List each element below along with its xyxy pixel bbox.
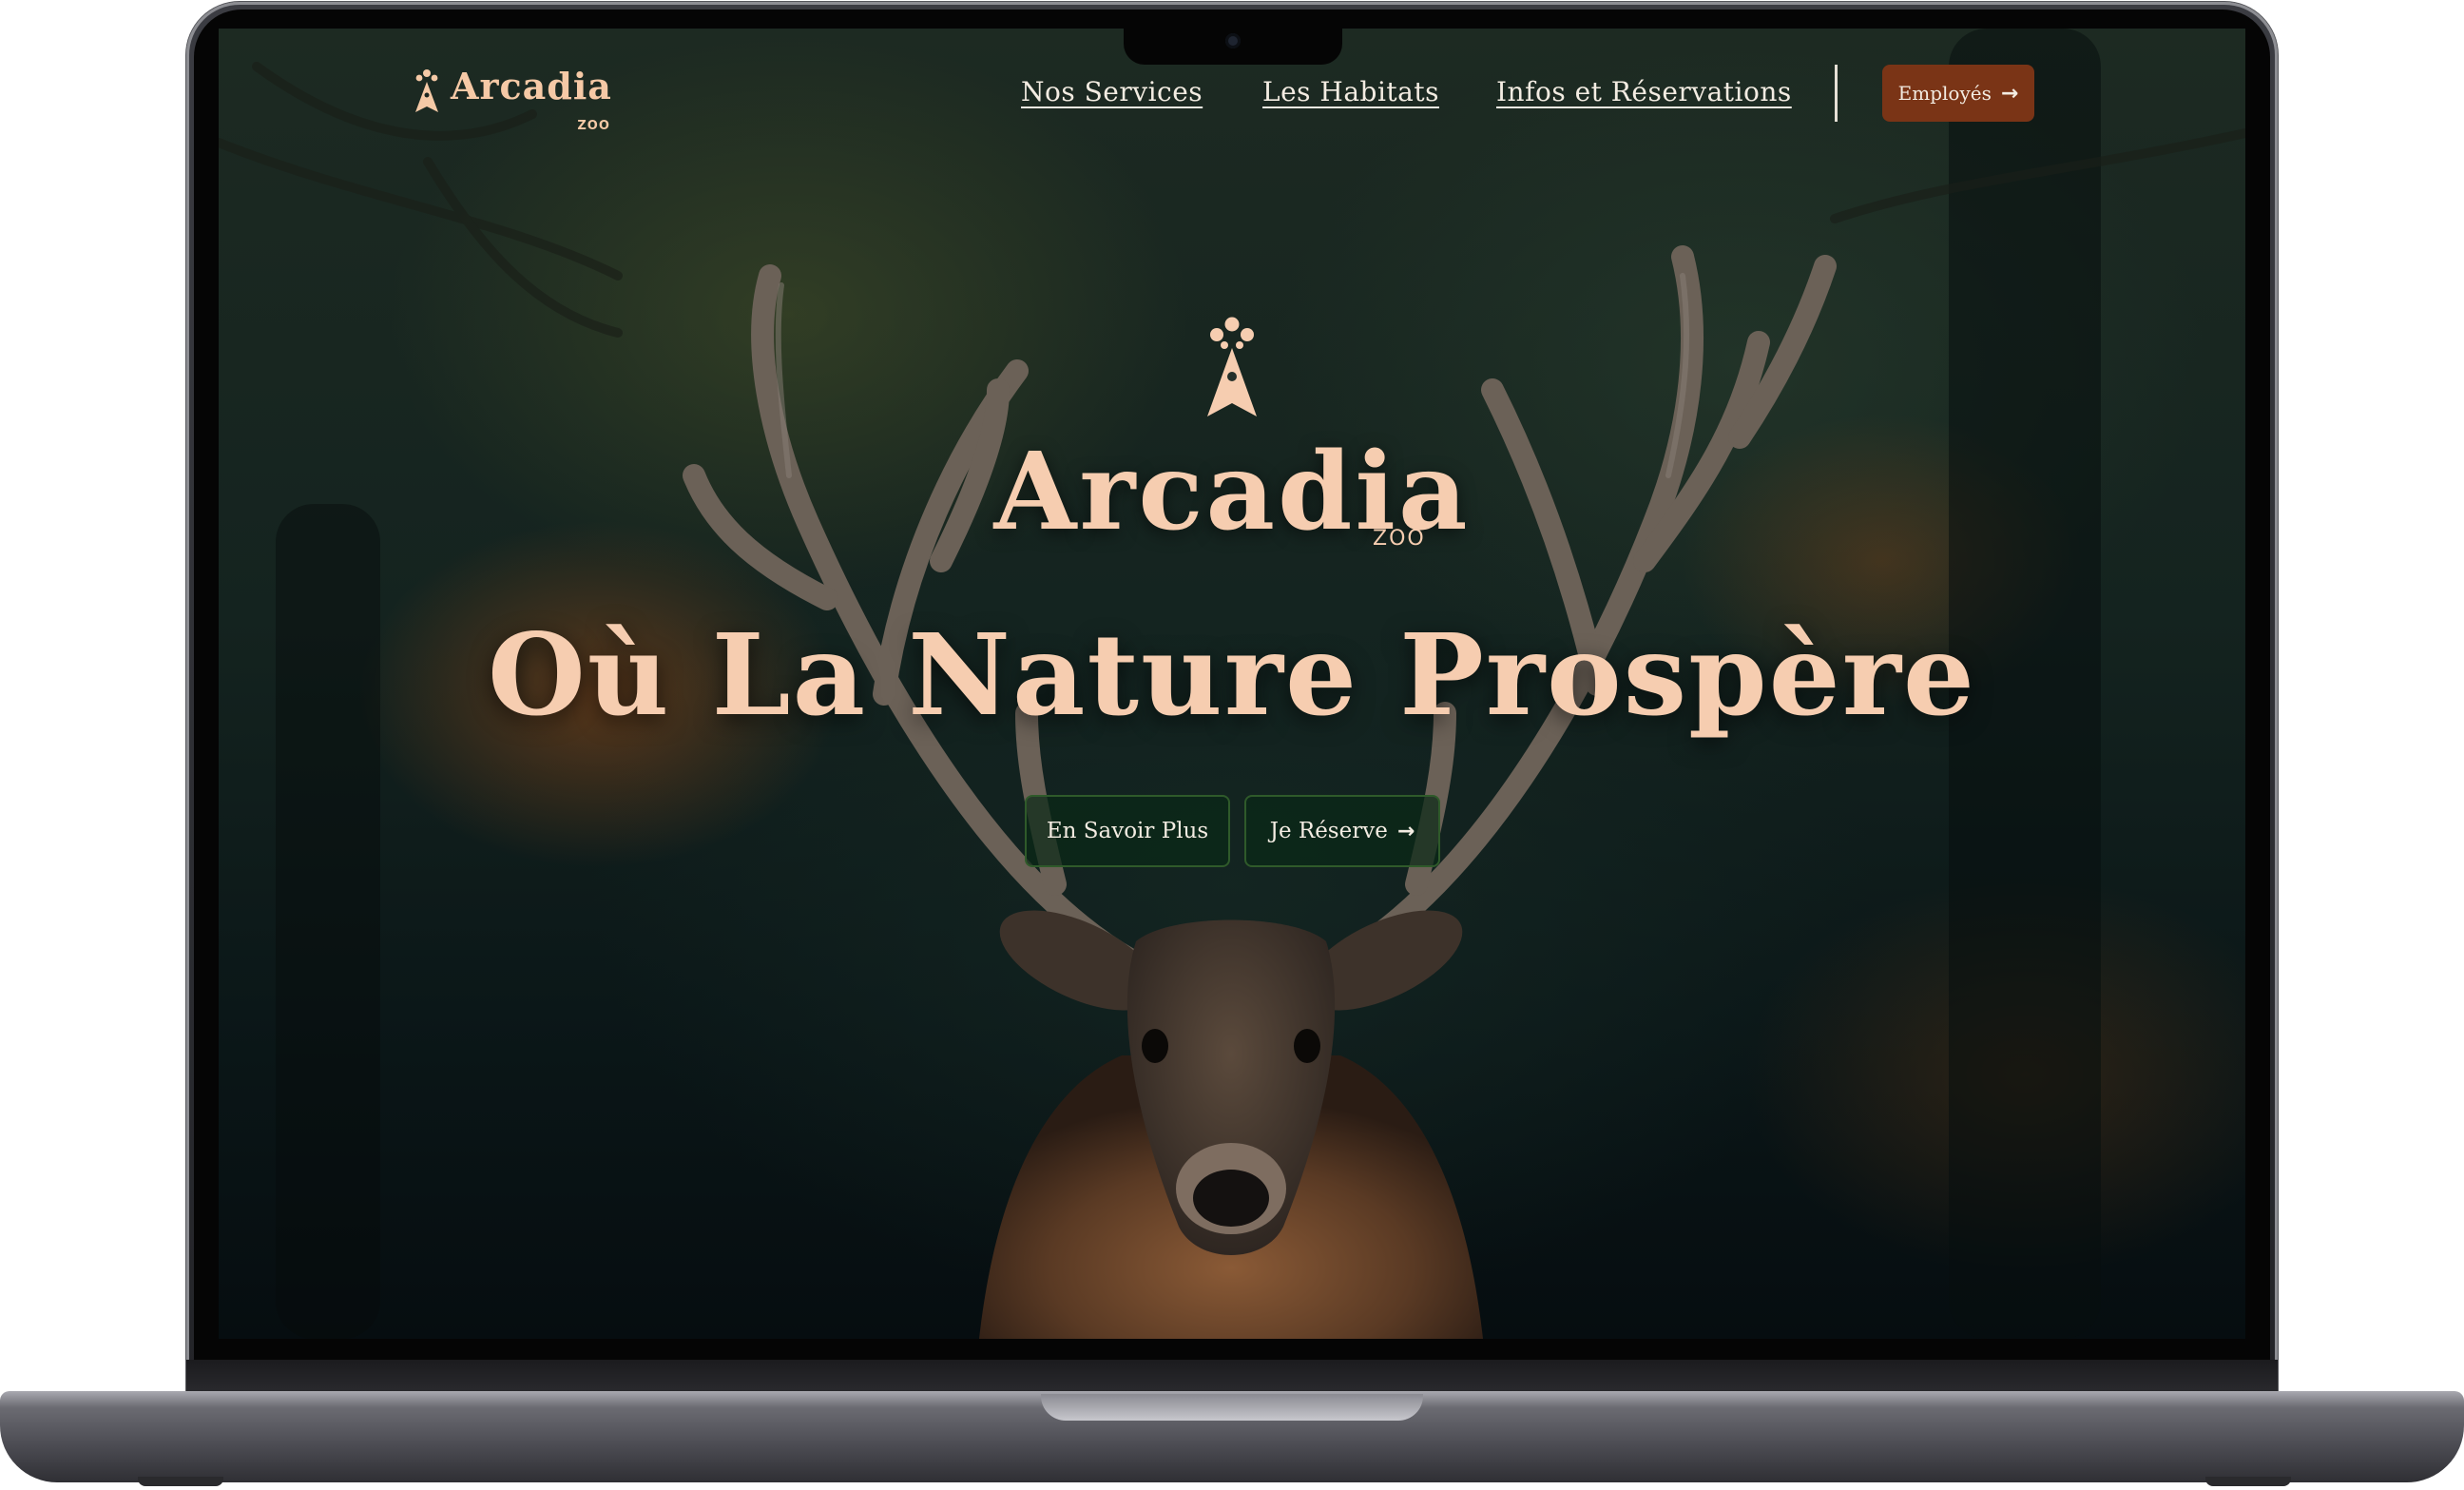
ermine-logo-icon [415,69,438,112]
brand-logo[interactable]: Arcadia ZOO [413,65,612,133]
website-screen: Arcadia ZOO Nos Services Les Habitats In… [219,29,2245,1339]
hero-logo-sub: ZOO [1373,527,1426,551]
laptop-foot-right [2205,1477,2291,1486]
employes-button[interactable]: Employés → [1882,65,2034,122]
arrow-right-icon: → [1396,819,1415,843]
nav-link-infos-reservations[interactable]: Infos et Réservations [1496,76,1792,107]
brand-name: Arcadia [451,65,612,107]
reserve-label: Je Réserve [1269,819,1388,843]
nav-divider [1835,65,1838,122]
nav-link-services[interactable]: Nos Services [1021,76,1203,107]
learn-more-label: En Savoir Plus [1046,819,1209,843]
employes-label: Employés [1897,82,1992,105]
laptop-lip [1041,1394,1423,1421]
camera-icon [1225,33,1241,48]
arrow-right-icon: → [2000,81,2019,106]
laptop-hinge [186,1360,2278,1394]
laptop-foot-left [138,1477,223,1486]
ermine-logo-icon [1207,317,1257,416]
reserve-button[interactable]: Je Réserve → [1244,795,1440,867]
learn-more-button[interactable]: En Savoir Plus [1025,795,1230,867]
brand-sub: ZOO [577,119,610,133]
nav-link-habitats[interactable]: Les Habitats [1262,76,1439,107]
hero-logo-text: Arcadia [993,430,1471,554]
hero-title: Où La Nature Prospère [488,609,1976,741]
